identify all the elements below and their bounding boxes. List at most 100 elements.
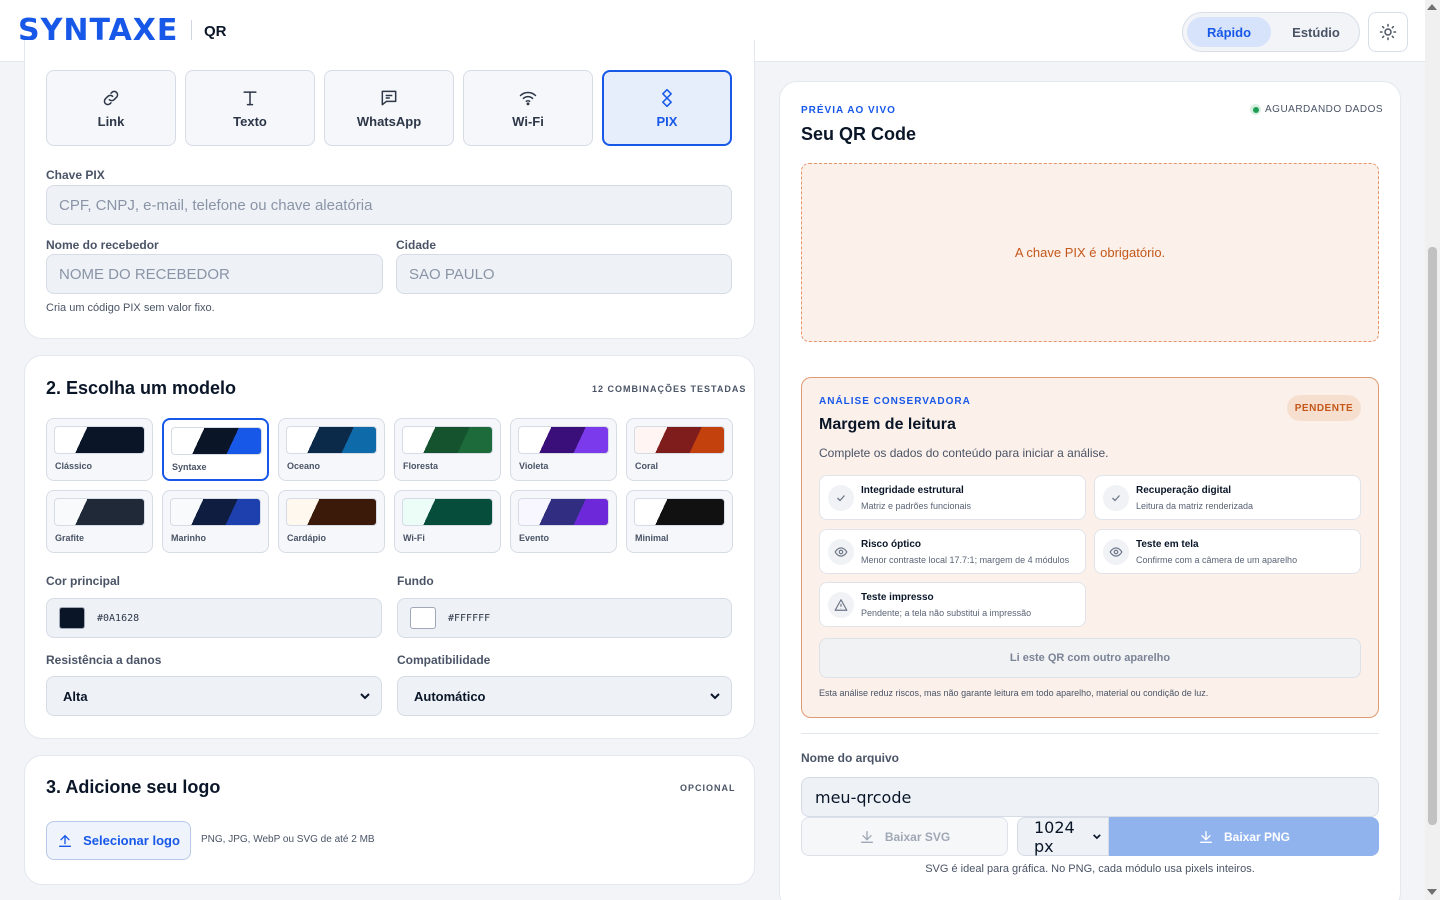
- logo-hint: PNG, JPG, WebP ou SVG de até 2 MB: [201, 834, 375, 845]
- check-title: Risco óptico: [861, 539, 922, 550]
- confirm-read-button[interactable]: Li este QR com outro aparelho: [819, 638, 1361, 678]
- template-tile[interactable]: Marinho: [162, 490, 269, 553]
- chat-icon: [381, 90, 397, 105]
- template-tile[interactable]: Minimal: [626, 490, 733, 553]
- analysis-eyebrow: ANÁLISE CONSERVADORA: [819, 396, 971, 407]
- brand-product: QR: [204, 23, 227, 40]
- analysis-title: Margem de leitura: [819, 416, 956, 433]
- template-swatch: [402, 498, 493, 526]
- template-tile[interactable]: Grafite: [46, 490, 153, 553]
- model-section-title: 2. Escolha um modelo: [46, 378, 237, 398]
- background-color-picker[interactable]: #FFFFFF: [397, 598, 732, 638]
- template-tile[interactable]: Cardápio: [278, 490, 385, 553]
- compat-select[interactable]: Automático: [397, 676, 732, 716]
- preview-title: Seu QR Code: [801, 124, 917, 144]
- size-value: 1024 px: [1034, 817, 1075, 856]
- template-name: Coral: [635, 461, 659, 471]
- pix-key-label: Chave PIX: [46, 168, 105, 182]
- template-tile[interactable]: Coral: [626, 418, 733, 481]
- type-wifi-tile[interactable]: Wi-Fi: [463, 70, 593, 146]
- logo-section-title: 3. Adicione seu logo: [46, 777, 221, 797]
- scroll-up-arrow-icon[interactable]: [1427, 4, 1437, 10]
- analysis-disclaimer: Esta análise reduz riscos, mas não garan…: [819, 688, 1209, 698]
- check-print-test: Teste impresso Pendente; a tela não subs…: [819, 582, 1086, 627]
- template-name: Minimal: [635, 533, 669, 543]
- main-color-swatch[interactable]: [59, 607, 85, 629]
- warning-icon: [828, 592, 854, 618]
- export-note: SVG é ideal para gráfica. No PNG, cada m…: [925, 863, 1255, 875]
- type-whatsapp-label: WhatsApp: [356, 113, 422, 129]
- type-wifi-label: Wi-Fi: [512, 113, 544, 129]
- type-text-tile[interactable]: Texto: [185, 70, 315, 146]
- check-title: Integridade estrutural: [861, 485, 964, 496]
- logo-section-caption: OPCIONAL: [680, 783, 736, 793]
- upload-icon: [59, 834, 72, 847]
- scroll-down-arrow-icon[interactable]: [1427, 889, 1437, 895]
- template-swatch: [171, 427, 262, 455]
- status-dot: [1250, 104, 1261, 115]
- template-tile[interactable]: Evento: [510, 490, 617, 553]
- status-badge: PENDENTE: [1287, 395, 1361, 421]
- template-tile[interactable]: Syntaxe: [162, 418, 269, 481]
- background-color-label: Fundo: [397, 574, 434, 588]
- check-title: Teste em tela: [1136, 539, 1199, 550]
- template-tile[interactable]: Floresta: [394, 418, 501, 481]
- template-tile[interactable]: Wi-Fi: [394, 490, 501, 553]
- template-swatch: [402, 426, 493, 454]
- text-icon: [243, 90, 257, 105]
- compat-value: Automático: [414, 688, 486, 704]
- check-title: Recuperação digital: [1136, 485, 1232, 496]
- size-select[interactable]: 1024 px: [1017, 817, 1109, 856]
- template-tile[interactable]: Oceano: [278, 418, 385, 481]
- chevron-down-icon: [710, 693, 720, 700]
- template-name: Evento: [519, 533, 550, 543]
- type-link-tile[interactable]: Link: [46, 70, 176, 146]
- type-text-label: Texto: [233, 113, 267, 129]
- main-color-value: #0A1628: [97, 612, 140, 624]
- download-png-button[interactable]: Baixar PNG: [1109, 817, 1379, 856]
- pix-icon: [662, 88, 672, 107]
- mode-rapido-button[interactable]: Rápido: [1187, 17, 1271, 47]
- filename-input[interactable]: meu-qrcode: [801, 777, 1379, 817]
- download-icon: [1199, 830, 1212, 843]
- filename-label: Nome do arquivo: [801, 751, 900, 765]
- preview-message: A chave PIX é obrigatório.: [1014, 245, 1166, 260]
- receiver-name-input[interactable]: NOME DO RECEBEDOR: [46, 254, 383, 294]
- download-svg-button[interactable]: Baixar SVG: [801, 817, 1008, 856]
- template-swatch: [518, 498, 609, 526]
- mode-estudio-button[interactable]: Estúdio: [1275, 17, 1357, 47]
- download-png-label: Baixar PNG: [1223, 829, 1291, 844]
- model-section-caption: 12 COMBINAÇÕES TESTADAS: [592, 384, 747, 394]
- check-subtitle: Menor contraste local 17.7:1; margem de …: [861, 555, 1070, 565]
- select-logo-label: Selecionar logo: [83, 833, 180, 848]
- check-subtitle: Pendente; a tela não substitui a impress…: [861, 608, 1032, 618]
- template-swatch: [286, 498, 377, 526]
- template-tile[interactable]: Clássico: [46, 418, 153, 481]
- pix-key-input[interactable]: CPF, CNPJ, e-mail, telefone ou chave ale…: [46, 185, 732, 225]
- template-swatch: [54, 498, 145, 526]
- main-color-label: Cor principal: [46, 574, 121, 588]
- select-logo-button[interactable]: Selecionar logo: [46, 821, 191, 860]
- main-color-picker[interactable]: #0A1628: [46, 598, 382, 638]
- check-icon: [1103, 485, 1129, 511]
- template-swatch: [286, 426, 377, 454]
- compat-label: Compatibilidade: [397, 653, 491, 667]
- type-whatsapp-tile[interactable]: WhatsApp: [324, 70, 454, 146]
- download-icon: [860, 830, 873, 843]
- scrollbar-thumb[interactable]: [1428, 247, 1437, 825]
- background-color-swatch[interactable]: [410, 607, 436, 629]
- receiver-name-label: Nome do recebedor: [46, 238, 159, 252]
- city-input[interactable]: SAO PAULO: [396, 254, 732, 294]
- check-title: Teste impresso: [861, 592, 934, 603]
- template-name: Syntaxe: [172, 462, 207, 472]
- resistance-select[interactable]: Alta: [46, 676, 382, 716]
- wifi-icon: [519, 91, 537, 105]
- template-swatch: [170, 498, 261, 526]
- check-subtitle: Confirme com a câmera de um aparelho: [1136, 555, 1298, 565]
- theme-toggle-button[interactable]: [1368, 12, 1408, 52]
- preview-eyebrow: PRÉVIA AO VIVO: [801, 105, 896, 116]
- divider: [801, 733, 1379, 734]
- type-pix-tile[interactable]: PIX: [602, 70, 732, 146]
- check-subtitle: Leitura da matriz renderizada: [1136, 501, 1254, 511]
- template-tile[interactable]: Violeta: [510, 418, 617, 481]
